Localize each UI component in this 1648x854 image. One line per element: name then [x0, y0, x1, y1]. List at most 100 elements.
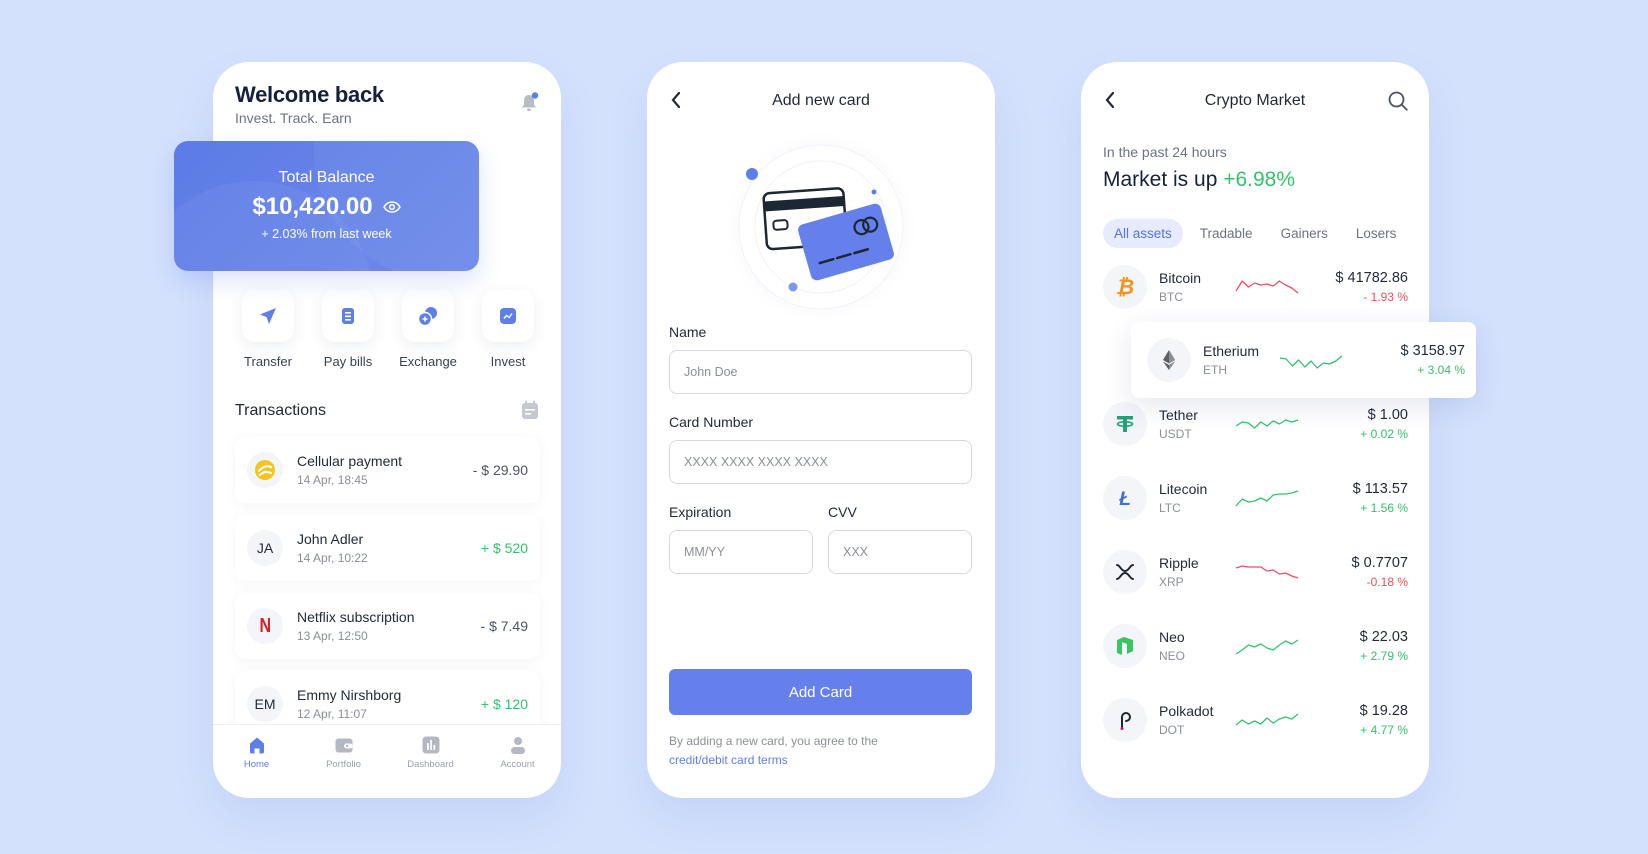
calendar-icon[interactable] — [521, 400, 539, 420]
nav-label: Portfolio — [326, 759, 361, 770]
coin-row-bitcoin[interactable]: ₿ Bitcoin BTC $ 41782.86 - 1.93 % — [1103, 261, 1408, 313]
action-label: Invest — [490, 354, 526, 369]
balance-amount: $10,420.00 — [252, 193, 373, 220]
coin-symbol: USDT — [1159, 427, 1192, 441]
transaction-name: Emmy Nirshborg — [297, 687, 402, 703]
notification-bell-icon[interactable] — [519, 92, 539, 114]
sparkline-path — [1235, 639, 1299, 655]
transaction-date: 12 Apr, 11:07 — [297, 707, 367, 721]
action-label: Exchange — [399, 354, 457, 369]
sparkline — [1235, 713, 1299, 726]
coin-name: Ripple — [1159, 555, 1199, 571]
transaction-name: John Adler — [297, 531, 364, 547]
credit-card-illustration — [725, 131, 917, 323]
sparkline — [1235, 419, 1299, 429]
invest-action[interactable]: Invest — [470, 290, 546, 369]
svg-text:₿: ₿ — [1116, 276, 1134, 298]
transaction-avatar: JA — [247, 530, 283, 566]
coin-row-neo[interactable]: Neo NEO $ 22.03 + 2.79 % — [1103, 620, 1408, 672]
coin-row-polkadot[interactable]: Polkadot DOT $ 19.28 + 4.77 % — [1103, 694, 1408, 746]
transaction-avatar: EM — [247, 686, 283, 722]
total-balance-card: Total Balance $10,420.00 + 2.03% from la… — [174, 141, 479, 271]
sparkline-path — [1235, 713, 1299, 726]
litecoin-icon: Ł — [1118, 489, 1131, 509]
nav-portfolio[interactable]: Portfolio — [309, 735, 379, 798]
exchange-action[interactable]: Exchange — [390, 290, 466, 369]
polkadot-icon — [1120, 712, 1131, 730]
cellular-provider-icon — [255, 460, 275, 480]
page-subtitle: Invest. Track. Earn — [235, 110, 352, 126]
transaction-date: 14 Apr, 18:45 — [297, 473, 368, 487]
coin-row-etherium[interactable]: Etherium ETH $ 3158.97 + 3.04 % — [1147, 334, 1465, 386]
highlighted-coin-card[interactable]: Etherium ETH $ 3158.97 + 3.04 % — [1131, 322, 1476, 398]
coin-symbol: DOT — [1159, 723, 1185, 737]
transactions-list: Cellular payment 14 Apr, 18:45 - $ 29.90… — [235, 437, 540, 749]
tab-losers[interactable]: Losers — [1345, 219, 1408, 248]
coin-row-litecoin[interactable]: Ł Litecoin LTC $ 113.57 + 1.56 % — [1103, 472, 1408, 524]
sparkline — [1235, 639, 1299, 655]
name-input[interactable] — [669, 350, 972, 394]
sparkline-path — [1235, 490, 1299, 507]
coin-row-tether[interactable]: Tether USDT $ 1.00 + 0.02 % — [1103, 398, 1408, 450]
exchange-icon — [417, 307, 437, 327]
wallet-icon — [335, 738, 352, 753]
add-card-screen: Add new card Name Card Number — [647, 62, 995, 798]
sparkline-path — [1235, 565, 1299, 579]
nav-label: Account — [500, 759, 535, 770]
balance-change: + 2.03% from last week — [261, 227, 392, 241]
nav-label: Dashboard — [407, 759, 454, 770]
chart-icon — [500, 308, 516, 324]
bill-icon — [342, 308, 354, 324]
action-label: Transfer — [244, 354, 292, 369]
user-icon — [510, 737, 525, 754]
terms-link[interactable]: credit/debit card terms — [669, 751, 878, 770]
page-title: Add new card — [772, 92, 870, 109]
cvv-input[interactable] — [828, 530, 972, 574]
coin-name: Polkadot — [1159, 703, 1214, 719]
add-card-button[interactable]: Add Card — [669, 669, 972, 715]
tab-tradable[interactable]: Tradable — [1189, 219, 1264, 248]
netflix-logo-icon: N — [259, 614, 271, 637]
coin-price: $ 19.28 — [1359, 703, 1408, 719]
coin-change: + 2.79 % — [1360, 649, 1408, 663]
tether-icon — [1116, 416, 1134, 432]
coin-price: $ 1.00 — [1367, 407, 1408, 423]
ethereum-icon — [1163, 350, 1175, 370]
nav-home[interactable]: Home — [222, 735, 292, 798]
nav-account[interactable]: Account — [483, 735, 553, 798]
market-change: +6.98% — [1223, 168, 1296, 191]
action-label: Pay bills — [323, 354, 373, 369]
coin-price: $ 113.57 — [1352, 481, 1408, 497]
coin-change: + 4.77 % — [1360, 723, 1408, 737]
nav-dashboard[interactable]: Dashboard — [396, 735, 466, 798]
coin-change: + 1.56 % — [1360, 501, 1408, 515]
transactions-title: Transactions — [235, 402, 326, 419]
transaction-row[interactable]: Cellular payment 14 Apr, 18:45 - $ 29.90 — [235, 437, 540, 503]
card-number-input[interactable] — [669, 440, 972, 484]
coin-row-ripple[interactable]: Ripple XRP $ 0.7707 -0.18 % — [1103, 546, 1408, 598]
tab-all-assets[interactable]: All assets — [1103, 219, 1183, 248]
coin-price: $ 41782.86 — [1335, 270, 1408, 286]
expiration-input[interactable] — [669, 530, 813, 574]
market-summary: Market is up +6.98% — [1103, 168, 1295, 192]
send-icon — [260, 308, 276, 324]
transaction-date: 14 Apr, 10:22 — [297, 551, 368, 565]
transaction-amount: + $ 520 — [480, 540, 528, 556]
tab-gainers[interactable]: Gainers — [1270, 219, 1339, 248]
coin-name: Etherium — [1203, 343, 1260, 359]
coin-change: - 1.93 % — [1363, 290, 1408, 304]
asset-tabs: All assets Tradable Gainers Losers — [1103, 219, 1407, 248]
search-icon[interactable] — [1387, 90, 1409, 112]
transfer-action[interactable]: Transfer — [230, 290, 306, 369]
transaction-row[interactable]: JA John Adler 14 Apr, 10:22 + $ 520 — [235, 515, 540, 581]
eye-icon[interactable] — [382, 201, 401, 213]
transaction-row[interactable]: N Netflix subscription 13 Apr, 12:50 - $… — [235, 593, 540, 659]
card-number-label: Card Number — [669, 414, 754, 430]
coin-symbol: LTC — [1159, 501, 1181, 515]
expiration-label: Expiration — [669, 504, 732, 520]
coin-symbol: ETH — [1203, 363, 1227, 377]
balance-label: Total Balance — [278, 169, 375, 186]
sparkline — [1235, 280, 1299, 294]
pay-bills-action[interactable]: Pay bills — [310, 290, 386, 369]
page-title: Crypto Market — [1204, 92, 1306, 109]
